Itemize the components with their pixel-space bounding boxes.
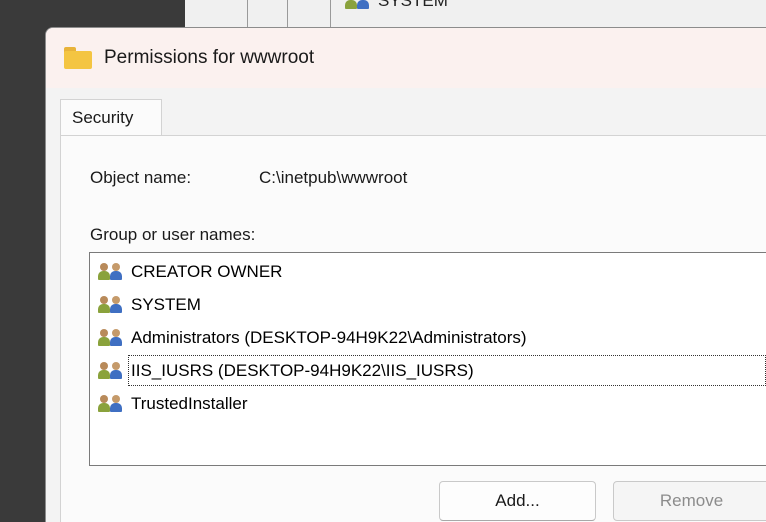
dialog-title: Permissions for wwwroot — [104, 47, 315, 68]
remove-button[interactable]: Remove — [613, 481, 766, 521]
user-item-creator-owner[interactable]: CREATOR OWNER — [98, 256, 766, 287]
users-icon — [98, 361, 125, 381]
group-or-user-names-label: Group or user names: — [90, 225, 256, 244]
user-item-trustedinstaller[interactable]: TrustedInstaller — [98, 388, 766, 419]
users-icon — [98, 328, 125, 348]
permissions-dialog: Permissions for wwwroot Security Object … — [45, 27, 766, 522]
user-item-label: TrustedInstaller — [131, 393, 248, 413]
user-list[interactable]: CREATOR OWNER SYSTEM Administrators (DES… — [89, 252, 766, 466]
security-panel: Object name: C:\inetpub\wwwroot Group or… — [60, 135, 766, 522]
dialog-title-bar[interactable]: Permissions for wwwroot — [46, 28, 766, 88]
users-icon — [98, 295, 125, 315]
add-button[interactable]: Add... — [439, 481, 596, 521]
background-item-label: SYSTEM — [378, 0, 448, 10]
users-icon — [98, 394, 125, 414]
user-item-label: Administrators (DESKTOP-94H9K22\Administ… — [131, 327, 527, 347]
user-item-system[interactable]: SYSTEM — [98, 289, 766, 320]
users-icon — [98, 262, 125, 282]
tab-security[interactable]: Security — [60, 99, 162, 136]
user-item-label: CREATOR OWNER — [131, 261, 283, 281]
object-name-value: C:\inetpub\wwwroot — [259, 168, 408, 187]
background-list-item: SYSTEM — [345, 0, 448, 11]
user-item-iis-iusrs[interactable]: IIS_IUSRS (DESKTOP-94H9K22\IIS_IUSRS) — [98, 355, 766, 386]
tab-bar: Security — [60, 99, 766, 136]
object-name-label: Object name: — [90, 168, 192, 187]
users-icon — [345, 0, 372, 11]
user-item-label: SYSTEM — [131, 294, 201, 314]
user-item-administrators[interactable]: Administrators (DESKTOP-94H9K22\Administ… — [98, 322, 766, 353]
user-item-label: IIS_IUSRS (DESKTOP-94H9K22\IIS_IUSRS) — [131, 360, 474, 380]
folder-icon — [64, 47, 92, 69]
